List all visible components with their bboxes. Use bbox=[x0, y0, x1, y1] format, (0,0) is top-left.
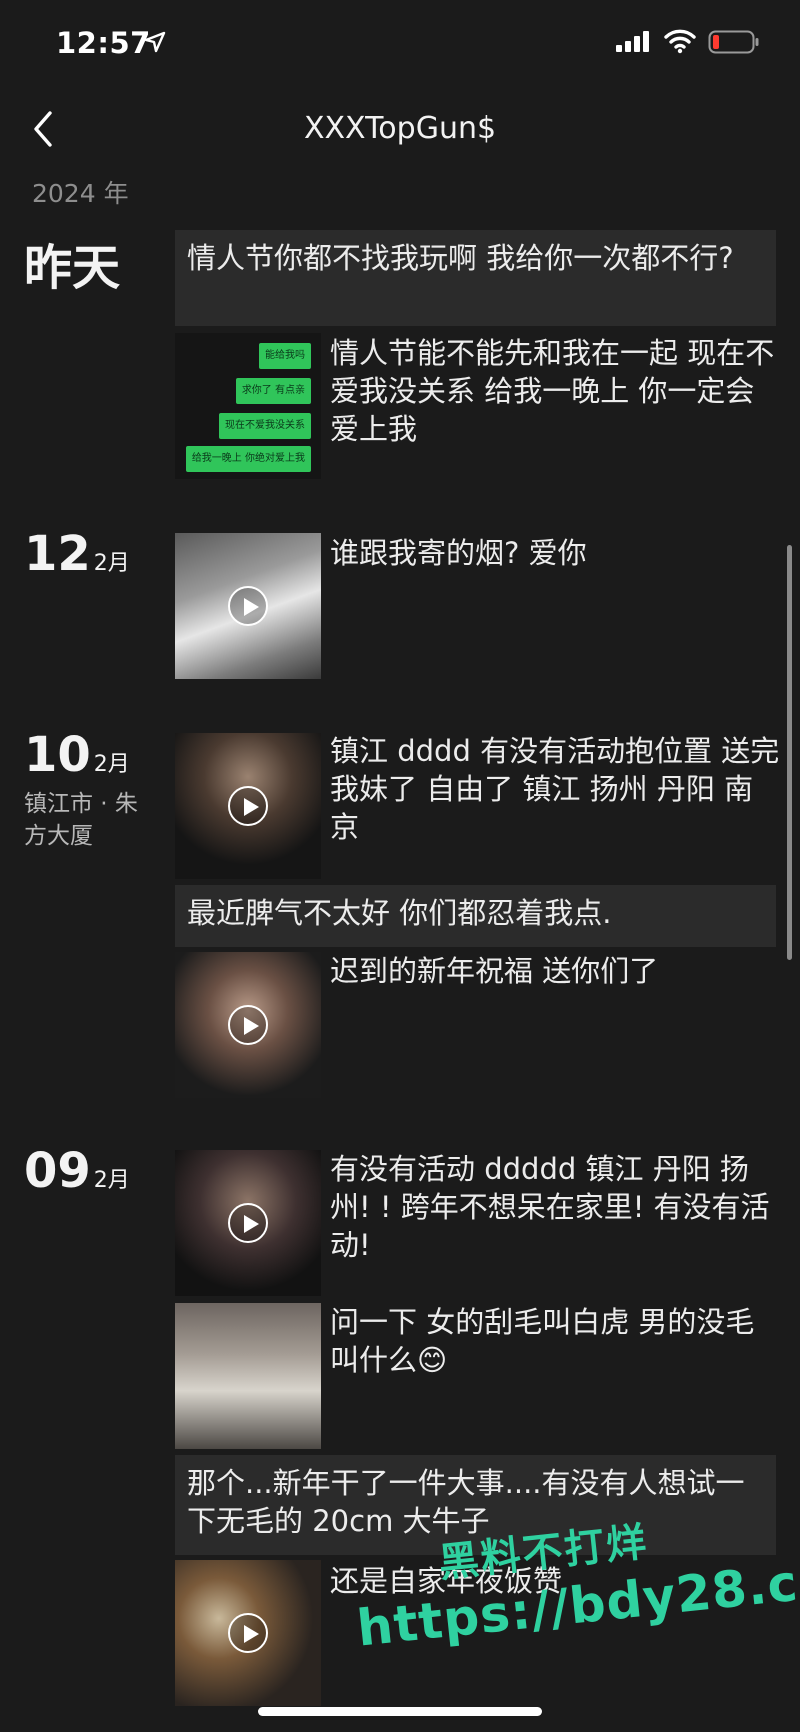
video-thumbnail[interactable] bbox=[175, 533, 321, 679]
location-arrow-icon bbox=[144, 31, 166, 53]
date-day: 昨天 bbox=[24, 240, 121, 296]
chat-bubble: 能给我吗 bbox=[259, 343, 311, 369]
play-icon bbox=[228, 1203, 268, 1243]
signal-icon bbox=[616, 31, 649, 52]
post-text[interactable]: 问一下 女的刮毛叫白虎 男的没毛叫什么😊 bbox=[330, 1303, 780, 1379]
video-thumbnail[interactable] bbox=[175, 1150, 321, 1296]
nav-bar: XXXTopGun$ bbox=[0, 95, 800, 165]
play-icon bbox=[228, 1005, 268, 1045]
date-month: 2月 bbox=[93, 1168, 130, 1193]
video-thumbnail[interactable] bbox=[175, 733, 321, 879]
chat-bubble: 现在不爱我没关系 bbox=[219, 413, 311, 439]
date-label: 10 2月 bbox=[24, 727, 130, 783]
post-text: 情人节你都不找我玩啊 我给你一次都不行? bbox=[187, 241, 734, 275]
post-thumbnail[interactable]: 能给我吗 求你了 有点亲 现在不爱我没关系 给我一晚上 你绝对爱上我 bbox=[175, 333, 321, 479]
text-post[interactable]: 情人节你都不找我玩啊 我给你一次都不行? bbox=[175, 230, 776, 326]
date-label: 12 2月 bbox=[24, 526, 130, 582]
post-text: 那个...新年干了一件大事....有没有人想试一下无毛的 20cm 大牛子 bbox=[187, 1466, 745, 1538]
status-bar: 12:57 bbox=[0, 0, 800, 90]
chat-bubble: 给我一晚上 你绝对爱上我 bbox=[185, 446, 311, 472]
play-icon bbox=[228, 786, 268, 826]
post-text[interactable]: 还是自家年夜饭赞 bbox=[330, 1562, 780, 1600]
date-day: 10 bbox=[24, 727, 91, 783]
chat-bubble: 求你了 有点亲 bbox=[235, 378, 311, 404]
date-label: 09 2月 bbox=[24, 1143, 130, 1199]
post-location: 镇江市 · 朱方大厦 bbox=[24, 791, 138, 849]
date-day: 09 bbox=[24, 1143, 91, 1199]
play-icon bbox=[228, 1613, 268, 1653]
status-time: 12:57 bbox=[56, 26, 151, 60]
video-thumbnail[interactable] bbox=[175, 1560, 321, 1706]
post-text[interactable]: 迟到的新年祝福 送你们了 bbox=[330, 952, 780, 990]
page-title: XXXTopGun$ bbox=[303, 111, 497, 146]
post-text: 最近脾气不太好 你们都忍着我点. bbox=[187, 896, 612, 930]
home-indicator[interactable] bbox=[258, 1707, 542, 1716]
date-day: 12 bbox=[24, 526, 91, 582]
date-month: 2月 bbox=[93, 752, 130, 777]
post-thumbnail[interactable] bbox=[175, 1303, 321, 1449]
text-post[interactable]: 最近脾气不太好 你们都忍着我点. bbox=[175, 885, 776, 947]
text-post[interactable]: 那个...新年干了一件大事....有没有人想试一下无毛的 20cm 大牛子 bbox=[175, 1455, 776, 1555]
play-icon bbox=[228, 586, 268, 626]
year-label: 2024 年 bbox=[32, 179, 129, 208]
date-yesterday: 昨天 bbox=[24, 228, 120, 298]
video-thumbnail[interactable] bbox=[175, 952, 321, 1098]
post-text[interactable]: 情人节能不能先和我在一起 现在不爱我没关系 给我一晚上 你一定会爱上我 bbox=[330, 334, 780, 448]
date-month: 2月 bbox=[93, 551, 130, 576]
post-text[interactable]: 有没有活动 ddddd 镇江 丹阳 扬州! ! 跨年不想呆在家里! 有没有活动! bbox=[330, 1150, 780, 1264]
scroll-indicator[interactable] bbox=[787, 545, 792, 960]
post-text[interactable]: 镇江 dddd 有没有活动抱位置 送完我妹了 自由了 镇江 扬州 丹阳 南京 bbox=[330, 732, 780, 846]
post-text[interactable]: 谁跟我寄的烟? 爱你 bbox=[330, 534, 780, 572]
battery-icon bbox=[708, 30, 759, 54]
wifi-icon bbox=[664, 29, 696, 54]
